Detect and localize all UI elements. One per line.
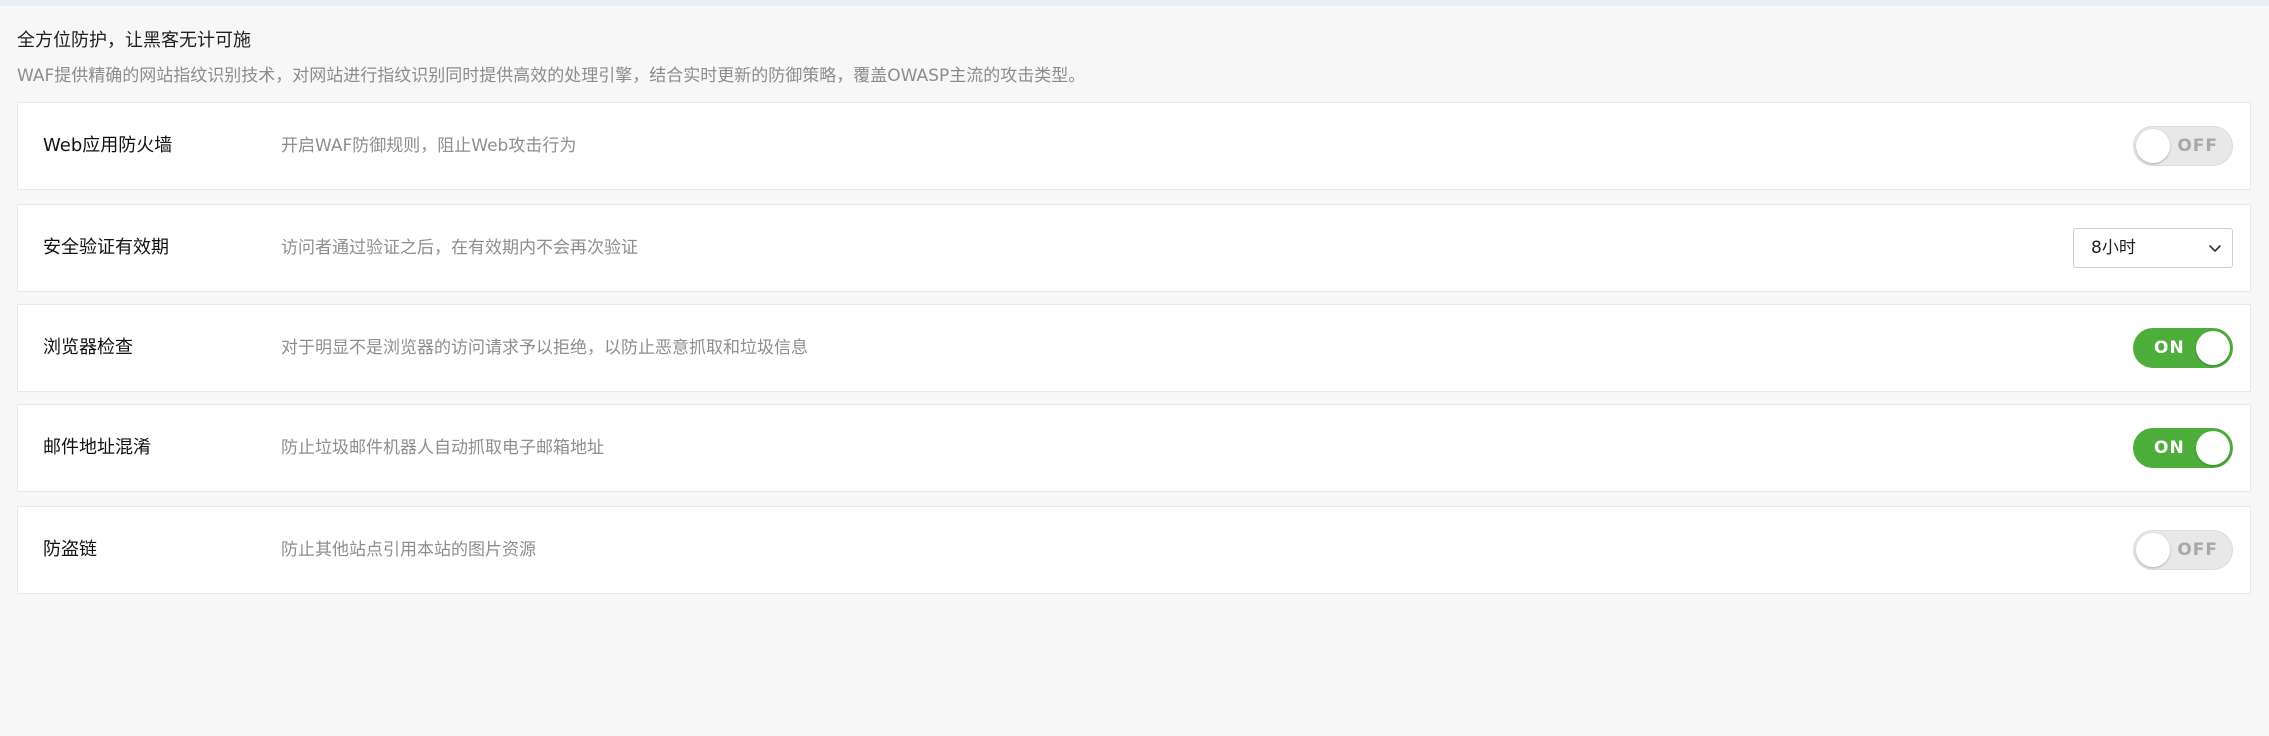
chevron-down-icon bbox=[2209, 245, 2221, 252]
toggle-knob bbox=[2196, 431, 2230, 465]
setting-row-email-obfuscation: 邮件地址混淆 防止垃圾邮件机器人自动抓取电子邮箱地址 ON bbox=[17, 404, 2251, 492]
setting-label: 防盗链 bbox=[43, 539, 97, 560]
setting-row-hotlink-protection: 防盗链 防止其他站点引用本站的图片资源 OFF bbox=[17, 506, 2251, 594]
top-accent-strip bbox=[0, 0, 2269, 6]
toggle-knob bbox=[2136, 129, 2170, 163]
setting-description: 开启WAF防御规则，阻止Web攻击行为 bbox=[281, 136, 577, 156]
verification-validity-select[interactable]: 8小时 bbox=[2073, 228, 2233, 268]
setting-label: Web应用防火墙 bbox=[43, 135, 173, 156]
setting-description: 防止垃圾邮件机器人自动抓取电子邮箱地址 bbox=[281, 438, 604, 458]
intro-description: WAF提供精确的网站指纹识别技术，对网站进行指纹识别同时提供高效的处理引擎，结合… bbox=[17, 66, 1086, 86]
toggle-state-label: ON bbox=[2154, 338, 2185, 358]
hotlink-protection-toggle[interactable]: OFF bbox=[2133, 530, 2233, 570]
toggle-state-label: OFF bbox=[2177, 136, 2218, 156]
waf-toggle[interactable]: OFF bbox=[2133, 126, 2233, 166]
setting-row-browser-check: 浏览器检查 对于明显不是浏览器的访问请求予以拒绝，以防止恶意抓取和垃圾信息 ON bbox=[17, 304, 2251, 392]
setting-description: 防止其他站点引用本站的图片资源 bbox=[281, 540, 536, 560]
intro-title: 全方位防护，让黑客无计可施 bbox=[17, 30, 251, 51]
toggle-state-label: ON bbox=[2154, 438, 2185, 458]
select-value: 8小时 bbox=[2091, 238, 2136, 258]
toggle-knob bbox=[2196, 331, 2230, 365]
setting-row-waf: Web应用防火墙 开启WAF防御规则，阻止Web攻击行为 OFF bbox=[17, 102, 2251, 190]
setting-label: 邮件地址混淆 bbox=[43, 437, 151, 458]
browser-check-toggle[interactable]: ON bbox=[2133, 328, 2233, 368]
setting-description: 访问者通过验证之后，在有效期内不会再次验证 bbox=[281, 238, 638, 258]
email-obfuscation-toggle[interactable]: ON bbox=[2133, 428, 2233, 468]
toggle-knob bbox=[2136, 533, 2170, 567]
setting-description: 对于明显不是浏览器的访问请求予以拒绝，以防止恶意抓取和垃圾信息 bbox=[281, 338, 808, 358]
intro-section: 全方位防护，让黑客无计可施 WAF提供精确的网站指纹识别技术，对网站进行指纹识别… bbox=[17, 26, 2237, 90]
setting-row-verification-validity: 安全验证有效期 访问者通过验证之后，在有效期内不会再次验证 8小时 bbox=[17, 204, 2251, 292]
toggle-state-label: OFF bbox=[2177, 540, 2218, 560]
setting-label: 安全验证有效期 bbox=[43, 237, 169, 258]
setting-label: 浏览器检查 bbox=[43, 337, 133, 358]
